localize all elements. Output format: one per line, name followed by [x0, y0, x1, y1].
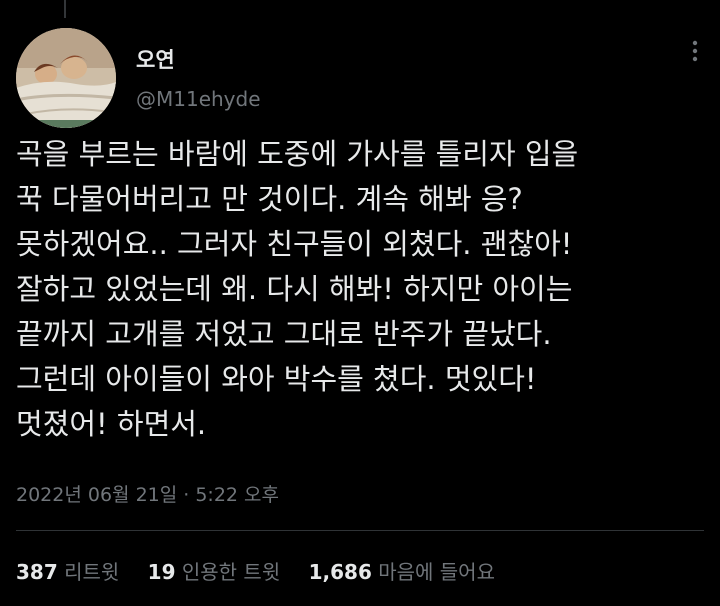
retweets-count: 387	[16, 560, 58, 584]
user-handle[interactable]: @M11ehyde	[136, 87, 261, 111]
display-name[interactable]: 오연	[136, 44, 175, 74]
tweet-text-line: 멋졌어! 하면서.	[16, 407, 207, 441]
tweet-text-line: 끝까지 고개를 저었고 그대로 반주가 끝났다.	[16, 317, 552, 351]
likes-label: 마음에 들어요	[378, 560, 495, 584]
quotes-stat[interactable]: 19 인용한 트윗	[148, 560, 281, 584]
more-dots-icon[interactable]	[682, 38, 708, 64]
likes-count: 1,686	[308, 560, 372, 584]
tweet-text-line: 잘하고 있었는데 왜. 다시 해봐! 하지만 아이는	[16, 272, 573, 306]
tweet-text-line: 그런데 아이들이 와아 박수를 쳤다. 멋있다!	[16, 362, 537, 396]
tweet-timestamp[interactable]: 2022년 06월 21일 · 5:22 오후	[16, 480, 279, 507]
tweet-text-line: 곡을 부르는 바람에 도중에 가사를 틀리자 입을	[16, 137, 579, 171]
stats-divider	[16, 530, 704, 531]
quotes-count: 19	[147, 560, 176, 584]
retweets-stat[interactable]: 387 리트윗	[16, 560, 119, 584]
quotes-label: 인용한 트윗	[181, 560, 281, 584]
tweet-text-line: 못하겠어요.. 그러자 친구들이 외쳤다. 괜찮아!	[16, 227, 573, 261]
thread-connector-line	[64, 0, 66, 18]
likes-stat[interactable]: 1,686 마음에 들어요	[309, 560, 495, 584]
tweet-text: 곡을 부르는 바람에 도중에 가사를 틀리자 입을 꾹 다물어버리고 만 것이다…	[16, 132, 716, 447]
avatar[interactable]	[16, 28, 116, 128]
avatar-image	[16, 28, 116, 128]
retweets-label: 리트윗	[64, 560, 120, 584]
engagement-stats: 387 리트윗 19 인용한 트윗 1,686 마음에 들어요	[16, 556, 517, 585]
tweet-text-line: 꾹 다물어버리고 만 것이다. 계속 해봐 응?	[16, 182, 523, 216]
